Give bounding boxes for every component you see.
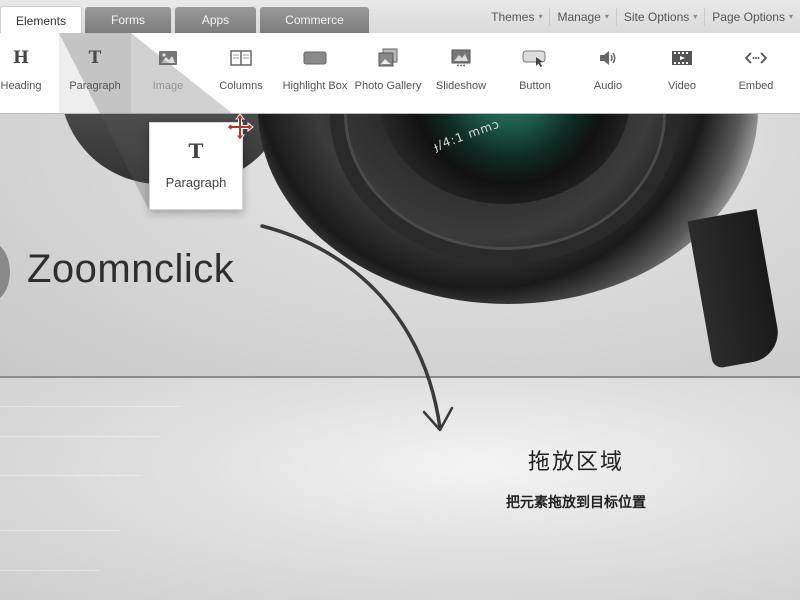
move-cursor-icon (226, 113, 254, 141)
drag-direction-arrow (260, 224, 454, 432)
